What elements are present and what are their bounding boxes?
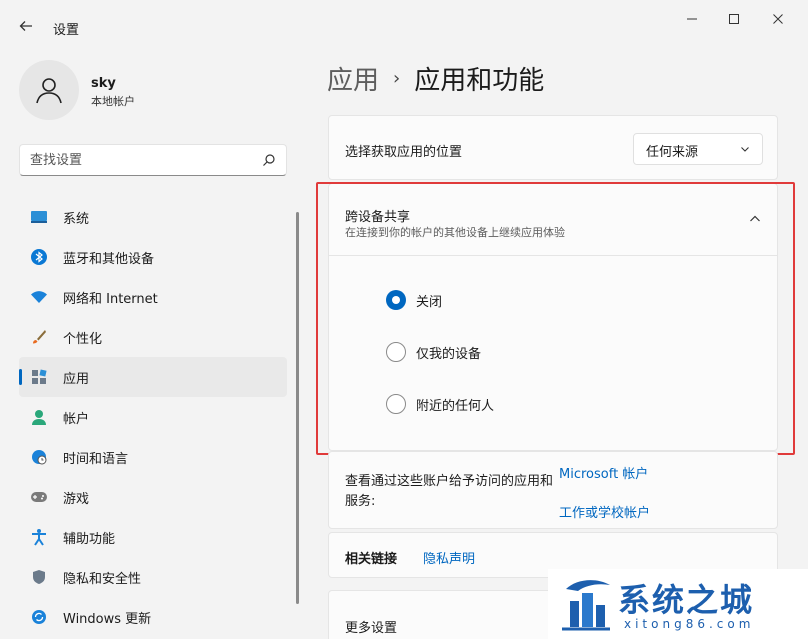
page-title: 应用和功能	[414, 66, 545, 96]
app-source-dropdown[interactable]: 任何来源	[633, 133, 763, 165]
gamepad-icon	[29, 487, 49, 507]
person-icon	[36, 78, 62, 104]
avatar[interactable]	[19, 60, 79, 120]
system-icon	[29, 207, 49, 227]
radio-label: 仅我的设备	[416, 346, 482, 362]
user-name: sky	[91, 76, 116, 91]
app-location-label: 选择获取应用的位置	[345, 145, 463, 160]
close-button[interactable]	[758, 6, 798, 32]
share-title: 跨设备共享	[345, 210, 411, 225]
radio-button[interactable]	[386, 394, 406, 414]
sidebar-item-label: 时间和语言	[63, 451, 129, 467]
watermark-url: xitong86.com	[624, 617, 755, 631]
sidebar-item-accounts[interactable]: 帐户	[19, 397, 287, 437]
radio-option-anyone-nearby[interactable]: 附近的任何人	[386, 394, 494, 414]
city-logo-icon	[562, 580, 610, 631]
sidebar-item-label: 蓝牙和其他设备	[63, 251, 155, 267]
sidebar-item-personalization[interactable]: 个性化	[19, 317, 287, 357]
chevron-up-icon[interactable]	[749, 214, 761, 224]
apps-icon	[29, 367, 49, 387]
update-icon	[29, 607, 49, 627]
radio-option-off[interactable]: 关闭	[386, 290, 442, 310]
watermark-text: 系统之城	[618, 581, 755, 619]
sidebar-item-label: 应用	[63, 371, 90, 387]
sidebar-item-label: Windows 更新	[63, 611, 152, 627]
sidebar-item-label: 辅助功能	[63, 531, 116, 547]
bluetooth-icon	[29, 247, 49, 267]
accounts-access-card: 查看通过这些账户给予访问的应用和服务: Microsoft 帐户 工作或学校帐户	[328, 451, 778, 529]
back-arrow-icon	[19, 21, 32, 31]
work-school-account-link[interactable]: 工作或学校帐户	[559, 502, 650, 521]
sidebar-scrollbar[interactable]	[296, 212, 299, 604]
privacy-statement-link[interactable]: 隐私声明	[423, 548, 475, 567]
window-title: 设置	[53, 23, 80, 38]
sidebar-item-apps[interactable]: 应用	[19, 357, 287, 397]
breadcrumb-separator: ›	[393, 68, 401, 89]
breadcrumb: 应用 › 应用和功能	[327, 60, 544, 97]
sidebar-item-label: 系统	[63, 211, 90, 227]
share-description: 在连接到你的帐户的其他设备上继续应用体验	[345, 226, 565, 239]
accounts-description: 查看通过这些账户给予访问的应用和服务:	[345, 474, 554, 509]
sidebar-item-label: 个性化	[63, 331, 103, 347]
account-type: 本地帐户	[91, 95, 135, 108]
share-across-devices-card: 跨设备共享 在连接到你的帐户的其他设备上继续应用体验 关闭 仅我的设备 附近的任…	[328, 183, 778, 451]
minimize-button[interactable]	[672, 6, 712, 32]
sidebar-item-label: 帐户	[63, 411, 90, 427]
sidebar-item-privacy[interactable]: 隐私和安全性	[19, 557, 287, 597]
sidebar-nav: 系统 蓝牙和其他设备 网络和 Internet 个性化 应用 帐户 时间和语言 …	[19, 197, 287, 637]
wifi-icon	[29, 287, 49, 307]
radio-label: 关闭	[416, 294, 443, 310]
sidebar-item-bluetooth[interactable]: 蓝牙和其他设备	[19, 237, 287, 277]
search-box[interactable]	[19, 144, 287, 176]
search-icon[interactable]	[262, 153, 276, 167]
more-settings-label: 更多设置	[345, 621, 398, 636]
radio-option-my-devices[interactable]: 仅我的设备	[386, 342, 481, 362]
radio-label: 附近的任何人	[416, 398, 495, 414]
sidebar-item-label: 游戏	[63, 491, 90, 507]
watermark: 系统之城 xitong86.com	[548, 569, 808, 639]
dropdown-value: 任何来源	[646, 145, 699, 160]
sidebar-item-windows-update[interactable]: Windows 更新	[19, 597, 287, 637]
radio-button[interactable]	[386, 290, 406, 310]
globe-clock-icon	[29, 447, 49, 467]
chevron-down-icon	[741, 147, 749, 152]
brush-icon	[29, 327, 49, 347]
sidebar-item-accessibility[interactable]: 辅助功能	[19, 517, 287, 557]
sidebar-item-gaming[interactable]: 游戏	[19, 477, 287, 517]
sidebar-item-network[interactable]: 网络和 Internet	[19, 277, 287, 317]
accessibility-icon	[29, 527, 49, 547]
breadcrumb-parent[interactable]: 应用	[327, 60, 379, 97]
radio-button[interactable]	[386, 342, 406, 362]
maximize-button[interactable]	[714, 6, 754, 32]
related-links-label: 相关链接	[345, 552, 398, 567]
share-header[interactable]: 跨设备共享 在连接到你的帐户的其他设备上继续应用体验	[329, 184, 777, 256]
person-icon	[29, 407, 49, 427]
maximize-icon	[729, 14, 739, 24]
shield-icon	[29, 567, 49, 587]
app-location-card: 选择获取应用的位置 任何来源	[328, 115, 778, 180]
back-button[interactable]	[14, 14, 38, 38]
sidebar-item-time-language[interactable]: 时间和语言	[19, 437, 287, 477]
microsoft-account-link[interactable]: Microsoft 帐户	[559, 463, 648, 482]
sidebar-item-label: 网络和 Internet	[63, 291, 158, 307]
search-input[interactable]	[30, 151, 250, 169]
close-icon	[773, 14, 783, 24]
minimize-icon	[687, 18, 697, 20]
sidebar-item-label: 隐私和安全性	[63, 571, 142, 587]
title-bar: 设置	[0, 0, 808, 48]
sidebar-item-system[interactable]: 系统	[19, 197, 287, 237]
